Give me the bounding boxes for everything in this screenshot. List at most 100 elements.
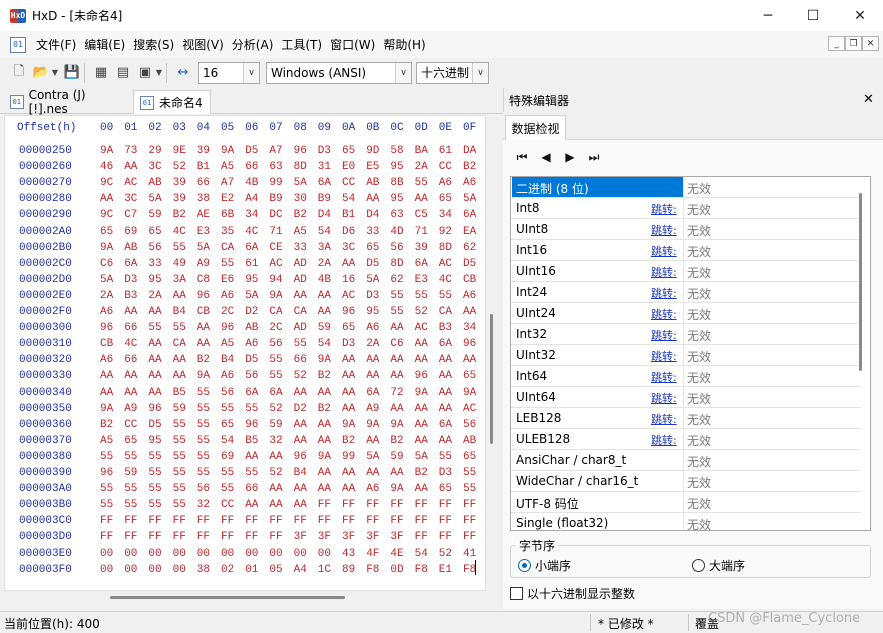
hex-byte[interactable]: AA [342, 483, 355, 495]
open-dropdown-icon[interactable]: ▼ [51, 64, 59, 82]
hex-byte[interactable]: E2 [221, 193, 234, 205]
hex-byte[interactable]: AA [439, 403, 452, 415]
hex-byte[interactable]: AA [366, 193, 379, 205]
hex-byte[interactable]: A6 [366, 483, 379, 495]
inspector-row[interactable]: 二进制 (8 位) 无效 [511, 177, 861, 198]
inspector-row[interactable]: ULEB128 跳转: 无效 [511, 429, 861, 450]
hex-byte[interactable]: AA [197, 338, 210, 350]
checkbox-icon[interactable] [510, 587, 523, 600]
inspector-value[interactable]: 无效 [687, 495, 711, 512]
jump-link[interactable]: 跳转: [651, 264, 677, 280]
hex-byte[interactable]: 5A [366, 274, 379, 286]
hex-byte[interactable]: AA [415, 403, 428, 415]
bytes-per-row-select[interactable]: 16 ∨ [198, 61, 260, 84]
hex-byte[interactable]: 56 [197, 483, 210, 495]
hex-byte[interactable]: AC [342, 290, 355, 302]
hex-byte[interactable]: A9 [197, 258, 210, 270]
hex-byte[interactable]: AC [124, 177, 137, 189]
hex-byte[interactable]: 65 [100, 226, 113, 238]
hex-byte[interactable]: 9A [100, 403, 113, 415]
hex-byte[interactable]: AA [294, 483, 307, 495]
hex-byte[interactable]: 72 [390, 387, 403, 399]
hex-byte[interactable]: AA [269, 483, 282, 495]
hex-byte[interactable]: AA [463, 354, 476, 366]
hex-byte[interactable]: CA [294, 306, 307, 318]
hex-byte[interactable]: 9C [100, 177, 113, 189]
tab-untitled[interactable]: 01 未命名4 [133, 90, 211, 114]
hex-byte[interactable]: 59 [390, 451, 403, 463]
hex-byte[interactable]: 96 [197, 290, 210, 302]
hex-byte[interactable]: AA [342, 467, 355, 479]
hex-byte[interactable]: 29 [148, 145, 161, 157]
hex-byte[interactable]: 55 [173, 467, 186, 479]
hex-byte[interactable]: 55 [124, 451, 137, 463]
hex-byte[interactable]: 2A [366, 338, 379, 350]
hex-byte[interactable]: 2A [148, 290, 161, 302]
hex-byte[interactable]: E5 [366, 161, 379, 173]
hex-byte[interactable]: 54 [415, 548, 428, 560]
hex-byte[interactable]: 9A [390, 483, 403, 495]
hex-byte[interactable]: 55 [463, 483, 476, 495]
hex-byte[interactable]: 96 [294, 145, 307, 157]
hex-byte[interactable]: 66 [124, 354, 137, 366]
hex-byte[interactable]: 61 [439, 145, 452, 157]
inspector-row[interactable]: Int64 跳转: 无效 [511, 366, 861, 387]
hex-byte[interactable]: 9A [415, 387, 428, 399]
hex-byte[interactable]: 34 [245, 209, 258, 221]
hex-byte[interactable]: 96 [463, 338, 476, 350]
hex-byte[interactable]: 00 [269, 548, 282, 560]
hex-byte[interactable]: D4 [318, 209, 331, 221]
hex-byte[interactable]: 00 [148, 564, 161, 576]
hex-byte[interactable]: 71 [415, 226, 428, 238]
hex-byte[interactable]: D5 [366, 258, 379, 270]
hex-byte[interactable]: AA [366, 354, 379, 366]
hex-byte[interactable]: B2 [294, 209, 307, 221]
hex-byte[interactable]: DA [463, 145, 476, 157]
hex-byte[interactable]: AD [294, 274, 307, 286]
hex-byte[interactable]: 55 [439, 451, 452, 463]
hex-byte[interactable]: C8 [197, 274, 210, 286]
hex-byte[interactable]: 6A [124, 258, 137, 270]
hex-byte[interactable]: 96 [294, 451, 307, 463]
hex-byte[interactable]: 55 [415, 177, 428, 189]
hex-byte[interactable]: 55 [100, 483, 113, 495]
hex-byte[interactable]: 55 [173, 419, 186, 431]
hex-byte[interactable]: AA [269, 499, 282, 511]
hex-byte[interactable]: CA [439, 306, 452, 318]
menu-file[interactable]: 文件(F) [32, 35, 80, 55]
hex-byte[interactable]: 00 [294, 548, 307, 560]
hex-byte[interactable]: 4C [173, 226, 186, 238]
hex-byte[interactable]: 55 [173, 483, 186, 495]
jump-link[interactable]: 跳转: [651, 390, 677, 406]
hex-byte[interactable]: AA [439, 387, 452, 399]
inspector-row[interactable]: UInt16 跳转: 无效 [511, 261, 861, 282]
hex-byte[interactable]: 96 [100, 467, 113, 479]
hex-byte[interactable]: FF [439, 515, 452, 527]
inspector-row[interactable]: UInt64 跳转: 无效 [511, 387, 861, 408]
hex-byte[interactable]: 55 [173, 451, 186, 463]
hex-byte[interactable]: 4D [390, 226, 403, 238]
hex-byte[interactable]: AA [390, 354, 403, 366]
hex-byte[interactable]: D4 [366, 209, 379, 221]
hex-byte[interactable]: 55 [173, 499, 186, 511]
hex-byte[interactable]: 55 [148, 451, 161, 463]
menu-edit[interactable]: 编辑(E) [80, 35, 129, 55]
close-icon[interactable]: ✕ [863, 92, 874, 107]
hex-byte[interactable]: AA [463, 306, 476, 318]
hex-byte[interactable]: 65 [439, 483, 452, 495]
inspector-value[interactable]: 无效 [687, 432, 711, 449]
hex-byte[interactable]: 39 [197, 145, 210, 157]
inspector-value[interactable]: 无效 [687, 390, 711, 407]
hex-byte[interactable]: 62 [463, 242, 476, 254]
menu-view[interactable]: 视图(V) [178, 35, 228, 55]
hex-byte[interactable]: 73 [124, 145, 137, 157]
hex-byte[interactable]: CA [221, 242, 234, 254]
hex-byte[interactable]: 49 [173, 258, 186, 270]
tab-data-inspector[interactable]: 数据检视 [505, 115, 566, 140]
hex-byte[interactable]: 69 [221, 451, 234, 463]
hex-byte[interactable]: F8 [366, 564, 379, 576]
hex-byte[interactable]: 95 [390, 193, 403, 205]
open-memory-icon[interactable]: ▤ [114, 64, 132, 82]
hex-byte[interactable]: AA [318, 483, 331, 495]
hex-byte[interactable]: FF [390, 499, 403, 511]
